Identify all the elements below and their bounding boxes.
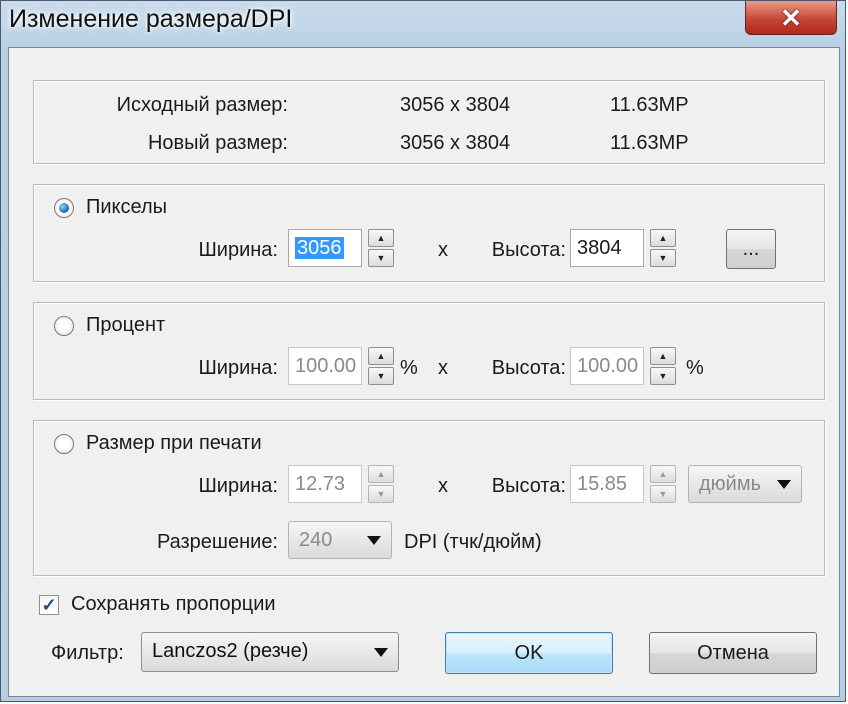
spin-down-icon[interactable]: ▼ [650, 367, 676, 385]
percent-width-label: Ширина: [198, 357, 278, 379]
spin-up-icon[interactable]: ▲ [650, 465, 676, 483]
spin-up-icon[interactable]: ▲ [650, 229, 676, 247]
print-width-spinner[interactable]: ▲ ▼ [368, 465, 394, 503]
original-megapixels: 11.63MP [610, 94, 689, 116]
title-bar[interactable]: Изменение размера/DPI ✕ [1, 1, 847, 47]
print-size-radio[interactable] [54, 434, 74, 454]
percent-height-unit: % [686, 357, 704, 379]
pixels-width-input[interactable]: 3056 [288, 229, 362, 267]
original-size-label: Исходный размер: [116, 94, 288, 116]
spin-up-icon[interactable]: ▲ [368, 347, 394, 365]
close-button[interactable]: ✕ [745, 1, 837, 35]
resize-dpi-dialog: Изменение размера/DPI ✕ Исходный размер:… [0, 0, 846, 702]
original-size-value: 3056 x 3804 [400, 94, 511, 116]
pixels-radio-label: Пикселы [86, 196, 168, 218]
pixels-height-label: Высота: [491, 239, 566, 261]
ok-button[interactable]: OK [445, 632, 613, 674]
window-title: Изменение размера/DPI [9, 5, 293, 33]
print-height-input[interactable]: 15.85 [570, 465, 644, 503]
percent-radio-label: Процент [86, 314, 166, 336]
spin-up-icon[interactable]: ▲ [650, 347, 676, 365]
filter-label: Фильтр: [51, 642, 124, 664]
resolution-unit: DPI (тчк/дюйм) [404, 531, 542, 553]
pixels-width-value: 3056 [295, 237, 344, 259]
filter-select[interactable]: Lanczos2 (резче) [141, 632, 399, 672]
spin-down-icon[interactable]: ▼ [650, 485, 676, 503]
pixels-group: Пикселы Ширина: 3056 ▲ ▼ x Высота: 3804 … [33, 184, 825, 282]
percent-width-unit: % [400, 357, 418, 379]
keep-ratio-label[interactable]: Сохранять пропорции [71, 593, 276, 616]
resolution-label: Разрешение: [156, 531, 278, 553]
percent-radio[interactable] [54, 316, 74, 336]
pixels-width-label: Ширина: [198, 239, 278, 261]
print-height-spinner[interactable]: ▲ ▼ [650, 465, 676, 503]
more-options-button[interactable]: ... [726, 229, 776, 269]
spin-down-icon[interactable]: ▼ [368, 367, 394, 385]
close-icon: ✕ [780, 2, 802, 33]
percent-width-input[interactable]: 100.00 [288, 347, 362, 385]
radio-selected-dot [59, 203, 69, 213]
new-megapixels: 11.63MP [610, 132, 689, 154]
times-sign: x [438, 475, 448, 497]
size-info-group: Исходный размер: 3056 x 3804 11.63MP Нов… [33, 80, 825, 164]
pixels-radio[interactable] [54, 198, 74, 218]
spin-down-icon[interactable]: ▼ [650, 249, 676, 267]
resolution-select[interactable]: 240 [288, 521, 392, 559]
filter-value: Lanczos2 (резче) [152, 640, 309, 662]
print-unit-select[interactable]: дюймь [688, 465, 802, 503]
print-size-group: Размер при печати Ширина: 12.73 ▲ ▼ x Вы… [33, 420, 825, 576]
chevron-down-icon [374, 648, 388, 657]
print-width-label: Ширина: [198, 475, 278, 497]
cancel-button[interactable]: Отмена [649, 632, 817, 674]
spin-down-icon[interactable]: ▼ [368, 249, 394, 267]
resolution-value: 240 [299, 529, 333, 551]
times-sign: x [438, 239, 448, 261]
dialog-client-area: Исходный размер: 3056 x 3804 11.63MP Нов… [8, 47, 840, 697]
keep-ratio-checkbox[interactable]: ✓ [39, 595, 59, 615]
percent-height-label: Высота: [491, 357, 566, 379]
times-sign: x [438, 357, 448, 379]
print-width-input[interactable]: 12.73 [288, 465, 362, 503]
checkmark-icon: ✓ [41, 595, 57, 615]
print-height-label: Высота: [491, 475, 566, 497]
new-size-label: Новый размер: [147, 132, 288, 154]
pixels-height-spinner[interactable]: ▲ ▼ [650, 229, 676, 267]
spin-up-icon[interactable]: ▲ [368, 229, 394, 247]
chevron-down-icon [777, 480, 791, 489]
percent-height-input[interactable]: 100.00 [570, 347, 644, 385]
new-size-value: 3056 x 3804 [400, 132, 511, 154]
spin-down-icon[interactable]: ▼ [368, 485, 394, 503]
percent-height-spinner[interactable]: ▲ ▼ [650, 347, 676, 385]
print-size-radio-label: Размер при печати [86, 432, 262, 454]
pixels-height-input[interactable]: 3804 [570, 229, 644, 267]
print-unit-value: дюймь [699, 473, 762, 495]
percent-group: Процент Ширина: 100.00 ▲ ▼ % x Высота: 1… [33, 302, 825, 400]
chevron-down-icon [367, 536, 381, 545]
spin-up-icon[interactable]: ▲ [368, 465, 394, 483]
percent-width-spinner[interactable]: ▲ ▼ [368, 347, 394, 385]
pixels-width-spinner[interactable]: ▲ ▼ [368, 229, 394, 267]
